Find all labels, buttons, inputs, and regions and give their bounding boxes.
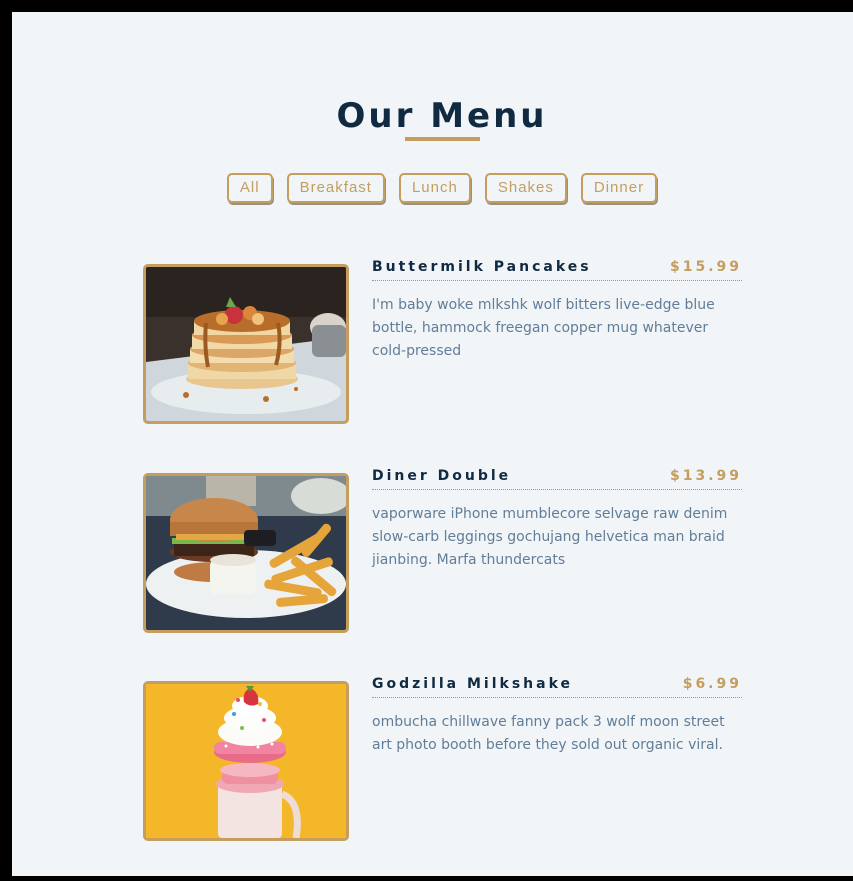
item-header: Godzilla Milkshake $6.99 bbox=[372, 676, 742, 698]
item-description: I'm baby woke mlkshk wolf bitters live-e… bbox=[372, 297, 715, 359]
menu-item: Diner Double $13.99 vaporware iPhone mum… bbox=[143, 468, 743, 638]
item-info: Diner Double $13.99 vaporware iPhone mum… bbox=[372, 468, 742, 572]
filter-shakes-button[interactable]: Shakes bbox=[484, 173, 567, 203]
item-name: Godzilla Milkshake bbox=[372, 676, 574, 692]
filter-lunch-button[interactable]: Lunch bbox=[398, 173, 471, 203]
menu-page: Our Menu All Breakfast Lunch Shakes Dinn… bbox=[12, 12, 853, 876]
item-info: Buttermilk Pancakes $15.99 I'm baby woke… bbox=[372, 259, 742, 363]
pancakes-photo bbox=[143, 264, 349, 424]
filter-all-button[interactable]: All bbox=[226, 173, 273, 203]
item-description: vaporware iPhone mumblecore selvage raw … bbox=[372, 506, 728, 568]
title-underline bbox=[405, 137, 480, 141]
milkshake-photo bbox=[143, 681, 349, 841]
item-description: ombucha chillwave fanny pack 3 wolf moon… bbox=[372, 714, 725, 753]
item-header: Buttermilk Pancakes $15.99 bbox=[372, 259, 742, 281]
item-header: Diner Double $13.99 bbox=[372, 468, 742, 490]
item-name: Buttermilk Pancakes bbox=[372, 259, 592, 275]
filter-dinner-button[interactable]: Dinner bbox=[580, 173, 658, 203]
item-name: Diner Double bbox=[372, 468, 512, 484]
burger-photo bbox=[143, 473, 349, 633]
item-info: Godzilla Milkshake $6.99 ombucha chillwa… bbox=[372, 676, 742, 757]
page-title: Our Menu bbox=[336, 96, 548, 136]
menu-item: Godzilla Milkshake $6.99 ombucha chillwa… bbox=[143, 676, 743, 846]
menu-item: Buttermilk Pancakes $15.99 I'm baby woke… bbox=[143, 259, 743, 429]
filter-bar: All Breakfast Lunch Shakes Dinner bbox=[12, 173, 853, 203]
filter-breakfast-button[interactable]: Breakfast bbox=[286, 173, 385, 203]
item-price: $15.99 bbox=[669, 259, 742, 275]
item-price: $13.99 bbox=[669, 468, 742, 484]
item-price: $6.99 bbox=[682, 676, 742, 692]
